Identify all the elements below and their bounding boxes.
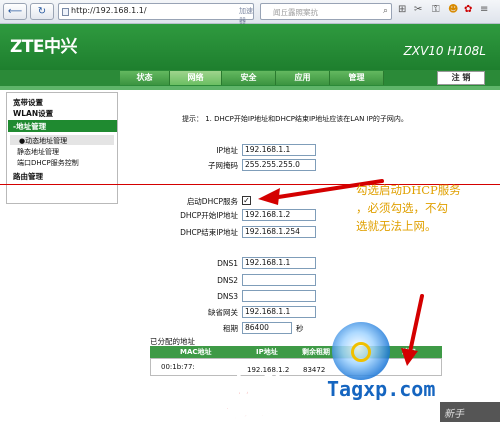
watermark-ring-icon <box>351 342 371 362</box>
watermark-site: Tagxp.com <box>327 377 436 401</box>
annotation-note: 勾选启动DHCP服务 ，必须勾选，不勾 选就无法上网。 <box>356 183 461 233</box>
arrow-head-checkbox <box>258 188 280 205</box>
watermark-corner: 新手 <box>440 402 500 422</box>
arrow-down <box>408 294 424 354</box>
arrow-head-down <box>401 348 418 366</box>
watermark-cn-line2: 技术网 <box>217 398 294 422</box>
